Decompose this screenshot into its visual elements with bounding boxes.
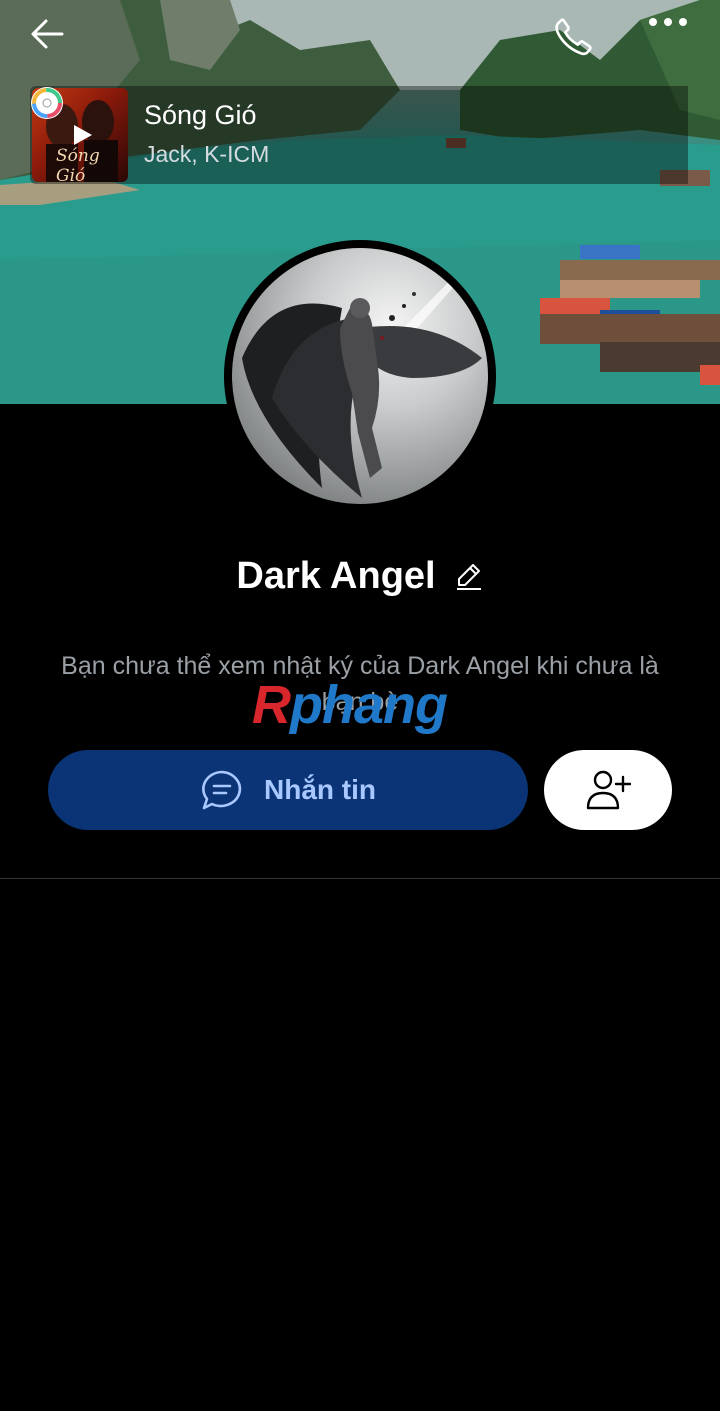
- add-friend-button[interactable]: [544, 750, 672, 830]
- phone-icon: [555, 18, 592, 56]
- back-button[interactable]: [30, 16, 78, 64]
- song-artist: Jack, K-ICM: [144, 141, 270, 167]
- play-icon[interactable]: [72, 123, 94, 147]
- music-disc-icon[interactable]: [30, 86, 64, 120]
- call-button[interactable]: [552, 16, 600, 64]
- watermark-logo: Rphang: [252, 675, 448, 735]
- album-art-title: Sóng Gió: [56, 146, 100, 182]
- message-button-label: Nhắn tin: [264, 774, 376, 805]
- avatar[interactable]: [224, 240, 496, 512]
- song-title: Sóng Gió: [144, 100, 257, 130]
- section-divider: [0, 878, 720, 879]
- add-user-icon: [586, 770, 631, 810]
- pencil-icon[interactable]: [454, 561, 484, 591]
- profile-music-bar[interactable]: Sóng Gió Sóng Gió Jack, K-ICM: [30, 86, 688, 184]
- profile-name-row: Dark Angel: [0, 548, 720, 604]
- avatar-image: [232, 248, 488, 504]
- more-options-button[interactable]: [648, 16, 696, 64]
- arrow-left-icon: [31, 19, 64, 49]
- profile-name: Dark Angel: [236, 554, 436, 597]
- dark-angel-artwork: [242, 248, 488, 498]
- message-button[interactable]: Nhắn tin: [48, 750, 528, 830]
- chat-bubble-icon: [202, 770, 242, 810]
- more-horizontal-icon: [649, 18, 687, 26]
